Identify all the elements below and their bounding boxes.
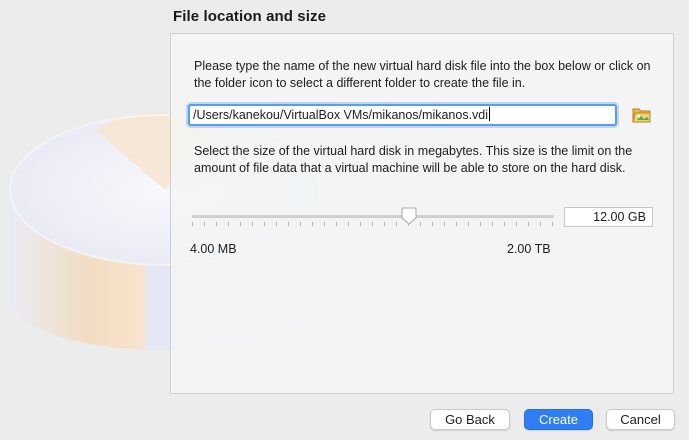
create-button[interactable]: Create	[524, 409, 593, 430]
size-min-label: 4.00 MB	[190, 242, 237, 256]
create-virtual-hard-disk-wizard: File location and size Please type the n…	[0, 0, 689, 440]
choose-folder-button[interactable]	[632, 106, 652, 124]
disk-size-slider[interactable]	[192, 206, 554, 230]
disk-size-field[interactable]: 12.00 GB	[564, 207, 653, 227]
file-location-panel: Please type the name of the new virtual …	[170, 33, 674, 394]
file-path-value: /Users/kanekou/VirtualBox VMs/mikanos/mi…	[193, 108, 489, 122]
page-title: File location and size	[173, 8, 327, 25]
size-description: Select the size of the virtual hard disk…	[194, 144, 633, 175]
file-path-input[interactable]: /Users/kanekou/VirtualBox VMs/mikanos/mi…	[188, 104, 617, 126]
slider-ticks	[192, 222, 554, 226]
slider-thumb[interactable]	[401, 207, 417, 225]
go-back-button[interactable]: Go Back	[430, 409, 510, 430]
location-description: Please type the name of the new virtual …	[194, 59, 651, 90]
cancel-button[interactable]: Cancel	[606, 409, 675, 430]
slider-track	[192, 215, 554, 218]
text-caret	[489, 107, 491, 121]
folder-icon	[632, 108, 651, 123]
size-max-label: 2.00 TB	[507, 242, 551, 256]
